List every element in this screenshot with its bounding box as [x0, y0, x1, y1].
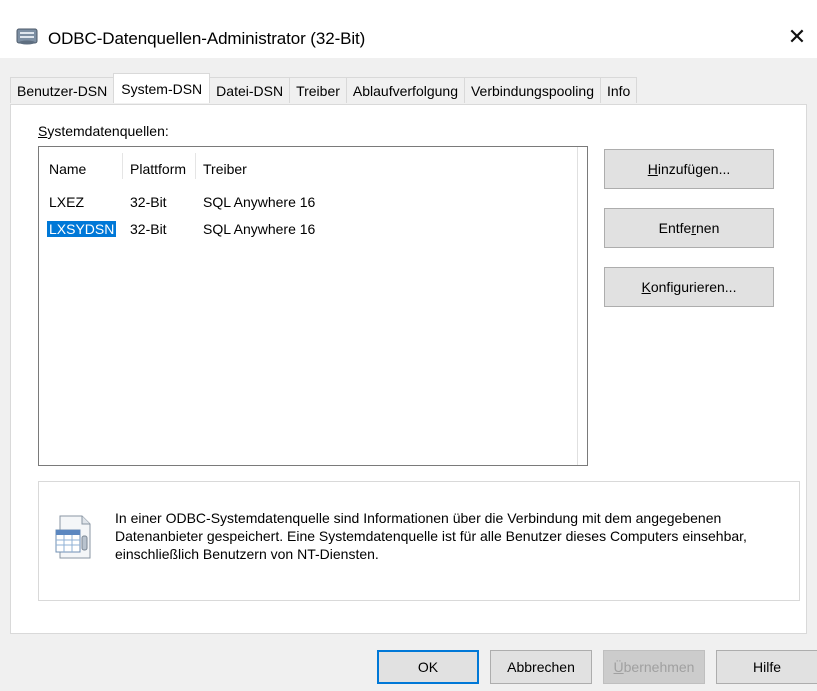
tab-ablaufverfolgung[interactable]: Ablaufverfolgung [345, 77, 465, 103]
add-button[interactable]: Hinzufügen... [604, 149, 774, 189]
row-platform: 32-Bit [130, 221, 167, 237]
tab-verbindungspooling[interactable]: Verbindungspooling [463, 77, 601, 103]
vertical-scrollbar[interactable] [577, 147, 587, 465]
data-table-icon [55, 515, 91, 559]
column-header-name[interactable]: Name [49, 161, 86, 177]
apply-button[interactable]: Übernehmen [603, 650, 705, 684]
row-driver: SQL Anywhere 16 [203, 221, 316, 237]
tab-benutzer-dsn[interactable]: Benutzer-DSN [10, 77, 115, 103]
column-header-platform[interactable]: Plattform [130, 161, 186, 177]
row-name: LXEZ [49, 194, 85, 210]
title-bar: ODBC-Datenquellen-Administrator (32-Bit)… [0, 0, 817, 58]
list-item-selected[interactable]: LXSYDSN 32-Bit SQL Anywhere 16 [39, 220, 579, 240]
info-description: In einer ODBC-Systemdatenquelle sind Inf… [115, 510, 747, 562]
tab-system-dsn[interactable]: System-DSN [113, 73, 211, 103]
access-key: H [647, 161, 658, 177]
access-key: K [641, 279, 651, 295]
column-divider[interactable] [195, 153, 196, 179]
info-box: In einer ODBC-Systemdatenquelle sind Inf… [38, 481, 800, 601]
datasource-list[interactable]: Name Plattform Treiber LXEZ 32-Bit SQL A… [38, 146, 588, 466]
window-title: ODBC-Datenquellen-Administrator (32-Bit) [48, 29, 366, 48]
list-header: Name Plattform Treiber [39, 147, 587, 183]
btn-text: inzufügen... [657, 161, 731, 177]
label-text: ystemdatenquellen: [47, 123, 169, 139]
row-platform: 32-Bit [130, 194, 167, 210]
list-item[interactable]: LXEZ 32-Bit SQL Anywhere 16 [39, 193, 579, 213]
configure-button[interactable]: Konfigurieren... [604, 267, 774, 307]
dialog-body: Benutzer-DSN System-DSN Datei-DSN Treibe… [0, 58, 817, 691]
tab-datei-dsn[interactable]: Datei-DSN [209, 77, 291, 103]
column-divider[interactable] [122, 153, 123, 179]
row-driver: SQL Anywhere 16 [203, 194, 316, 210]
ok-button[interactable]: OK [377, 650, 479, 684]
tab-info[interactable]: Info [599, 77, 638, 103]
tab-strip: Benutzer-DSN System-DSN Datei-DSN Treibe… [10, 73, 638, 103]
close-icon: ✕ [787, 24, 807, 49]
close-button[interactable]: ✕ [777, 18, 817, 56]
btn-text: nen [696, 220, 720, 236]
row-name: LXSYDSN [47, 221, 117, 237]
access-key: S [38, 123, 48, 139]
system-dsn-panel: Systemdatenquellen: Name Plattform Treib… [10, 104, 807, 634]
btn-text: onfigurieren... [650, 279, 737, 295]
column-header-driver[interactable]: Treiber [203, 161, 247, 177]
odbc-datasource-icon [16, 28, 38, 45]
tab-treiber[interactable]: Treiber [289, 77, 347, 103]
access-key: Ü [613, 659, 624, 675]
system-datasources-label: Systemdatenquellen: [38, 123, 169, 139]
btn-text: Entfe [658, 220, 692, 236]
remove-button[interactable]: Entfe r nen [604, 208, 774, 248]
cancel-button[interactable]: Abbrechen [490, 650, 592, 684]
btn-text: bernehmen [623, 659, 695, 675]
help-button[interactable]: Hilfe [716, 650, 817, 684]
